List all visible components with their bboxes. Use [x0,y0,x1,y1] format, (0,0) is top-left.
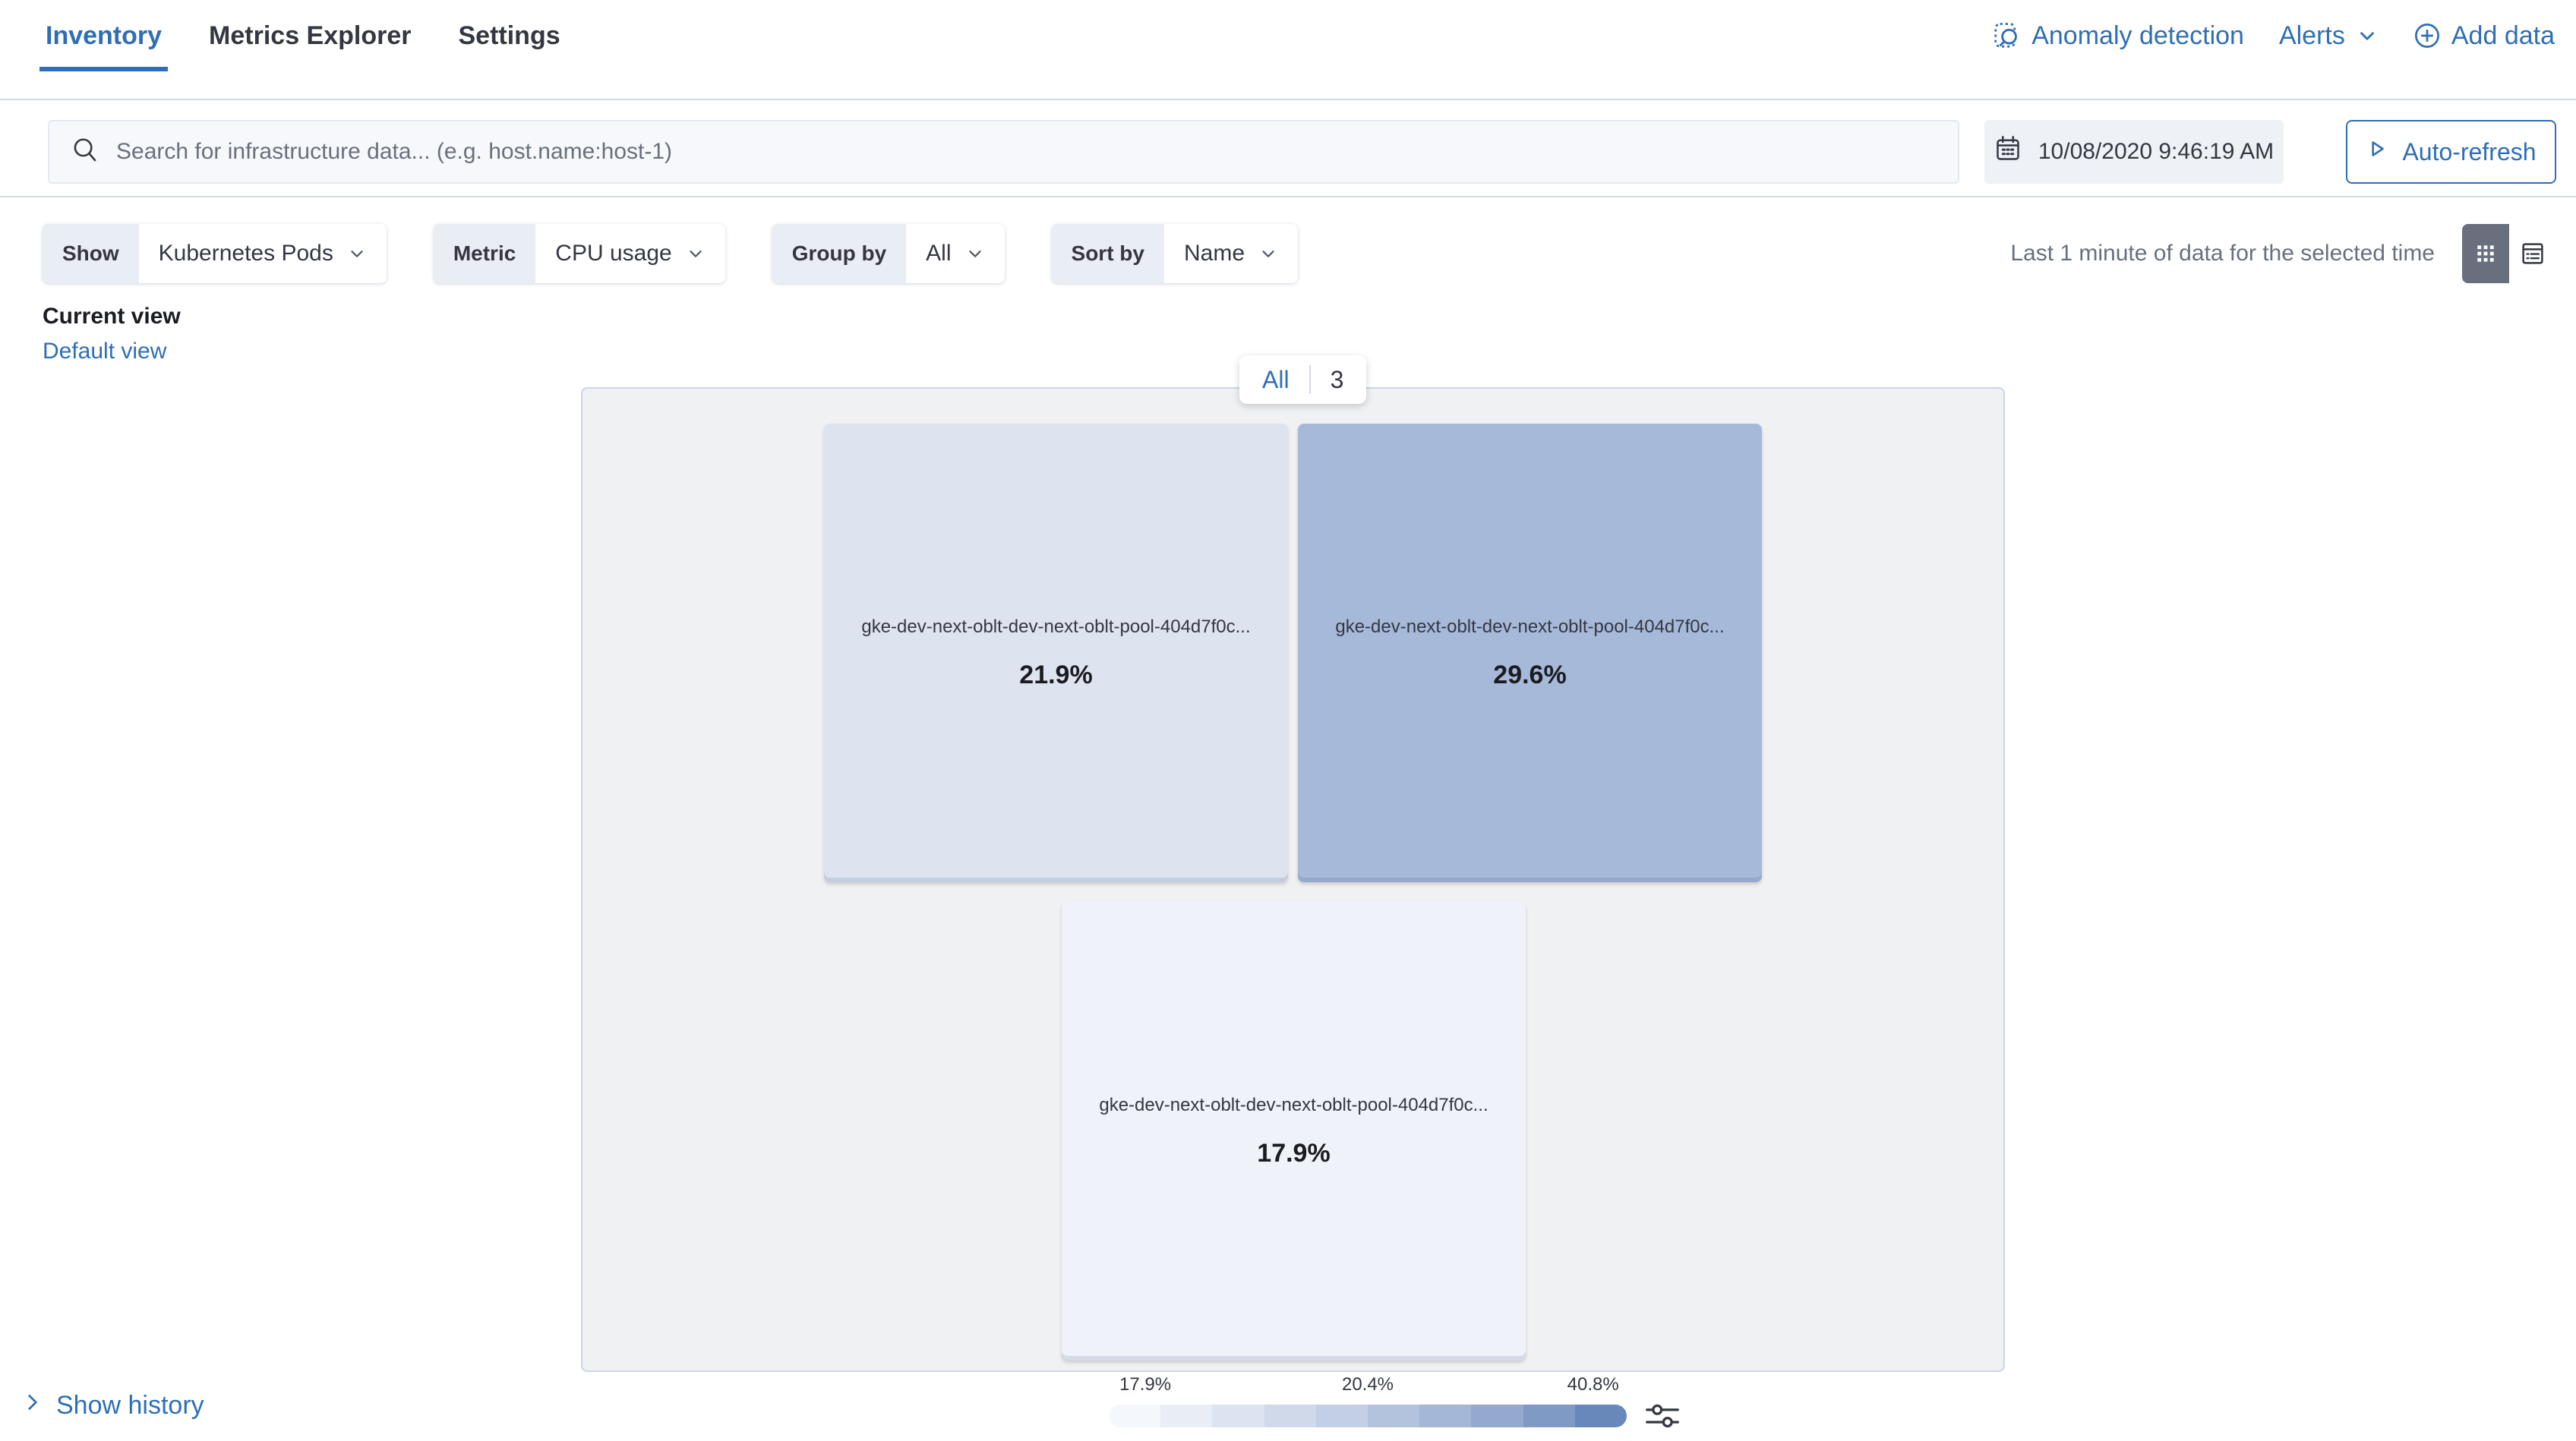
pod-node-label: gke-dev-next-oblt-dev-next-oblt-pool-404… [861,616,1251,637]
view-info: Current view Default view [43,304,181,364]
chevron-down-icon [968,251,981,257]
legend-options-icon[interactable] [1645,1400,1680,1432]
group-badge-all-label[interactable]: All [1242,366,1309,394]
add-data-label: Add data [2451,20,2555,50]
map-view-button[interactable] [2462,224,2509,283]
table-icon [2522,243,2543,264]
search-row-divider [0,196,2576,197]
metric-filter-dropdown[interactable]: CPU usage [535,224,725,283]
pod-node[interactable]: gke-dev-next-oblt-dev-next-oblt-pool-404… [1062,902,1526,1361]
group-by-filter-value: All [926,241,952,266]
metric-filter-label: Metric [433,224,536,283]
default-view-link[interactable]: Default view [43,339,181,364]
table-view-button[interactable] [2509,224,2556,283]
anomaly-detection-link[interactable]: Anomaly detection [1992,21,2244,51]
gradient-segment [1471,1405,1523,1427]
alerts-menu[interactable]: Alerts [2279,21,2379,51]
tab-inventory[interactable]: Inventory [39,0,169,71]
auto-refresh-label: Auto-refresh [2402,137,2537,166]
gradient-segment [1419,1405,1472,1427]
legend-gradient-bar [1109,1405,1627,1427]
view-mode-toggle [2462,224,2556,283]
legend-labels: 17.9% 20.4% 40.8% [1109,1374,1627,1400]
pod-node-value: 17.9% [1257,1138,1331,1168]
alerts-label: Alerts [2278,20,2345,50]
search-box [48,120,1959,184]
search-input[interactable] [116,139,1937,165]
pod-node[interactable]: gke-dev-next-oblt-dev-next-oblt-pool-404… [824,424,1288,882]
chevron-down-icon [2356,24,2379,47]
show-history-button[interactable]: Show history [21,1391,204,1421]
gradient-segment [1212,1405,1264,1427]
legend-label-mid: 20.4% [1341,1374,1394,1395]
auto-refresh-button[interactable]: Auto-refresh [2346,120,2556,184]
app-tabs: Inventory Metrics Explorer Settings [39,0,560,71]
pod-node-value: 29.6% [1493,660,1567,689]
filter-row: Show Kubernetes Pods Metric CPU usage Gr… [43,224,2556,283]
gradient-segment [1109,1405,1161,1427]
anomaly-detection-icon [1992,21,2021,50]
filter-row-right: Last 1 minute of data for the selected t… [2010,224,2556,283]
top-navigation: Inventory Metrics Explorer Settings Anom… [0,0,2576,100]
tab-metrics-explorer[interactable]: Metrics Explorer [209,0,411,71]
legend-label-min: 17.9% [1119,1374,1172,1395]
tab-settings[interactable]: Settings [459,0,560,71]
metric-filter-value: CPU usage [555,241,672,266]
anomaly-detection-label: Anomaly detection [2031,20,2244,50]
sort-by-filter: Sort by Name [1051,224,1299,283]
metric-filter: Metric CPU usage [433,224,725,283]
add-data-link[interactable]: Add data [2413,21,2555,51]
color-legend: 17.9% 20.4% 40.8% [1109,1374,1627,1430]
top-nav-actions: Anomaly detection Alerts Add data [1992,0,2555,71]
grid-dots-icon [2477,245,2494,262]
show-filter-dropdown[interactable]: Kubernetes Pods [138,224,387,283]
gradient-segment [1523,1405,1575,1427]
play-icon [2366,137,2388,166]
infrastructure-inventory-page: Inventory Metrics Explorer Settings Anom… [0,0,2576,1441]
chevron-right-icon [21,1391,44,1421]
gradient-segment [1574,1405,1627,1427]
chevron-down-icon [690,251,702,257]
gradient-segment [1160,1405,1213,1427]
show-filter-value: Kubernetes Pods [158,241,333,266]
group-by-filter-label: Group by [772,224,907,283]
waffle-map: gke-dev-next-oblt-dev-next-oblt-pool-404… [581,387,2005,1372]
group-by-filter-dropdown[interactable]: All [906,224,1005,283]
group-badge-count: 3 [1330,365,1344,393]
plus-circle-icon [2413,22,2441,49]
legend-label-max: 40.8% [1567,1374,1619,1395]
selected-datetime: 10/08/2020 9:46:19 AM [2038,139,2275,164]
gradient-segment [1368,1405,1420,1427]
group-all-badge[interactable]: All 3 [1239,355,1367,404]
time-range-hint: Last 1 minute of data for the selected t… [2010,241,2435,266]
pod-node-label: gke-dev-next-oblt-dev-next-oblt-pool-404… [1335,616,1725,637]
pod-node-value: 21.9% [1019,660,1093,689]
date-picker-button[interactable]: 10/08/2020 9:46:19 AM [1984,120,2284,184]
group-by-filter: Group by All [772,224,1005,283]
sort-by-filter-label: Sort by [1051,224,1164,283]
sort-by-filter-value: Name [1183,241,1245,266]
nav-divider [0,99,2576,100]
gradient-segment [1315,1405,1368,1427]
show-history-label: Show history [56,1391,204,1420]
search-icon [71,136,99,169]
show-filter-label: Show [43,224,139,283]
chevron-down-icon [351,251,363,257]
current-view-title: Current view [43,304,181,329]
chevron-down-icon [1262,251,1274,257]
gradient-segment [1264,1405,1316,1427]
sort-by-filter-dropdown[interactable]: Name [1163,224,1299,283]
search-row: 10/08/2020 9:46:19 AM Auto-refresh [0,120,2576,184]
pod-node[interactable]: gke-dev-next-oblt-dev-next-oblt-pool-404… [1298,424,1762,882]
pod-node-label: gke-dev-next-oblt-dev-next-oblt-pool-404… [1099,1094,1488,1115]
calendar-icon [1994,135,2022,169]
show-filter: Show Kubernetes Pods [43,224,387,283]
